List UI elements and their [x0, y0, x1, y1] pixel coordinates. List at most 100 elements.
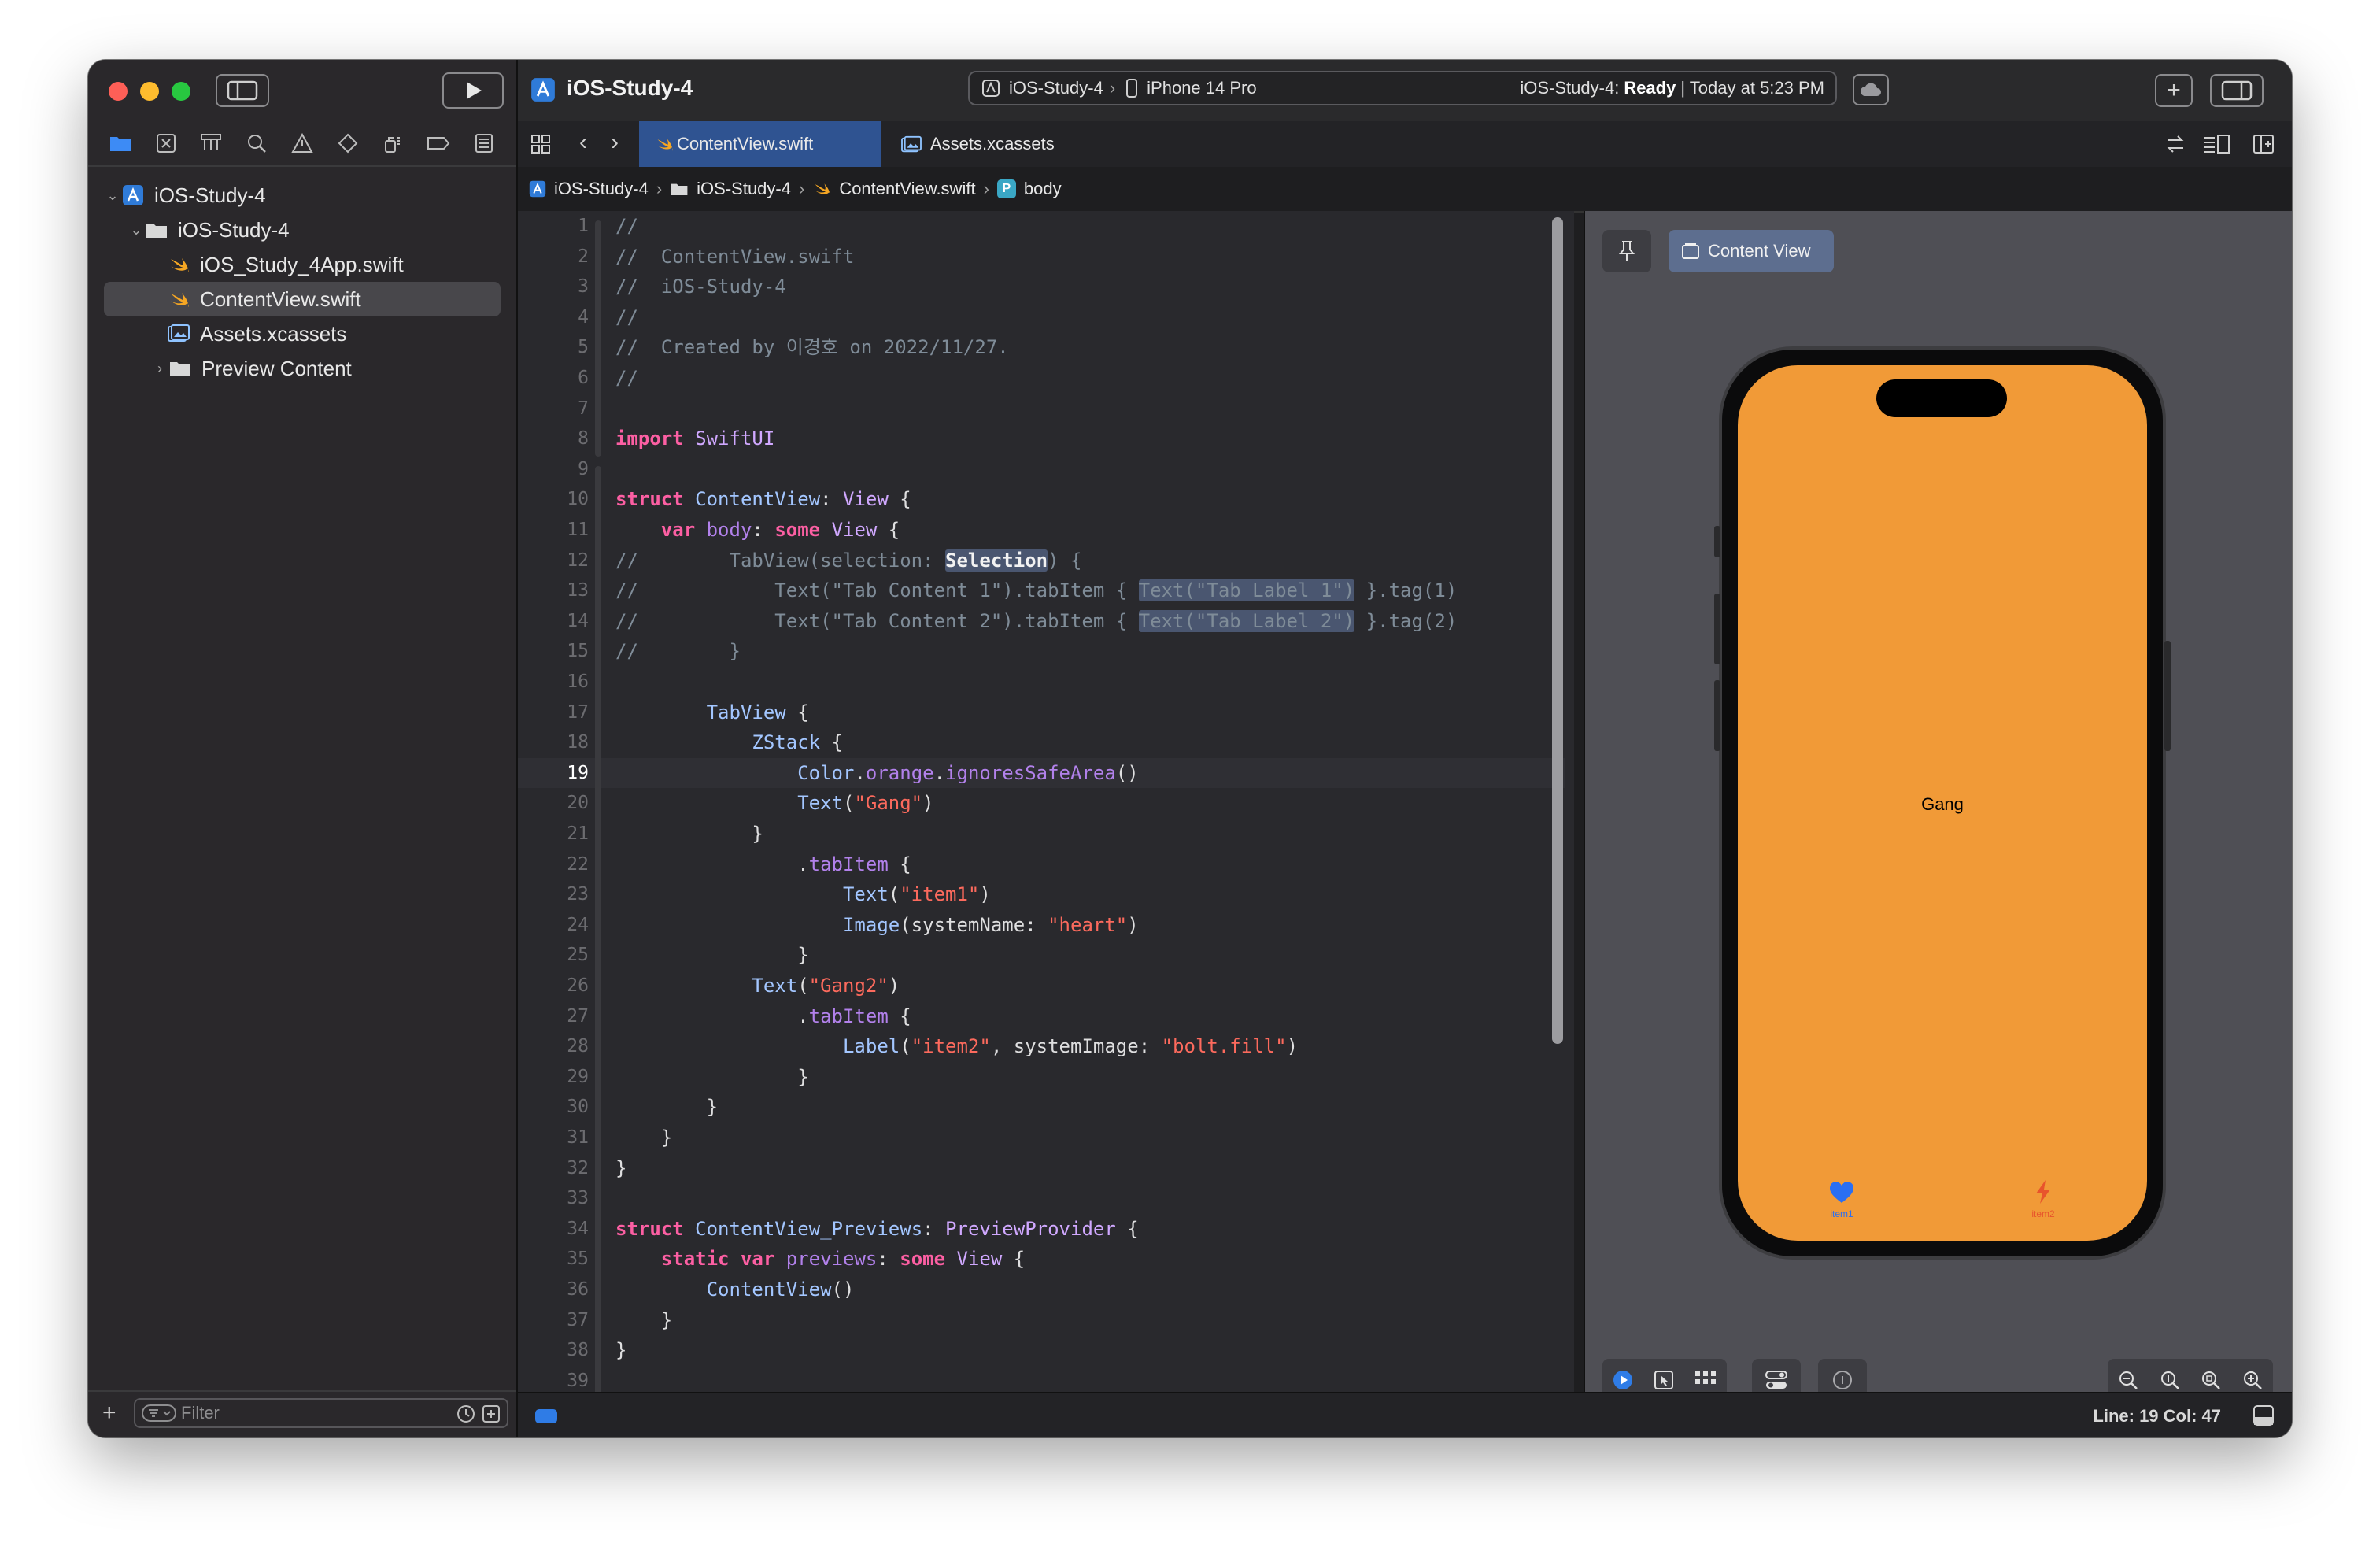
live-preview-icon[interactable]: [1612, 1369, 1634, 1391]
code-folding-ribbon[interactable]: [595, 211, 601, 1392]
debug-navigator-tab[interactable]: [381, 131, 405, 155]
console-toggle-icon[interactable]: [2252, 1404, 2275, 1426]
zoom-out-icon[interactable]: [2118, 1370, 2138, 1390]
code-line[interactable]: }: [615, 1062, 808, 1092]
code-line[interactable]: .tabItem {: [615, 849, 911, 879]
source-control-filter-icon[interactable]: [482, 1404, 501, 1423]
back-icon[interactable]: ‹: [579, 129, 587, 156]
code-line[interactable]: }: [615, 819, 763, 849]
chevron-down-icon[interactable]: ⌄: [104, 187, 121, 204]
recent-files-icon[interactable]: [456, 1404, 475, 1423]
scheme-selector[interactable]: iOS-Study-4: [1009, 78, 1103, 98]
line-number: 36: [567, 1279, 589, 1300]
code-line[interactable]: // TabView(selection: Selection) {: [615, 546, 1081, 575]
editor-options-icon[interactable]: [2202, 134, 2230, 154]
run-button[interactable]: [442, 72, 504, 109]
filter-input[interactable]: Filter: [134, 1398, 508, 1428]
find-navigator-tab[interactable]: [245, 131, 268, 155]
add-library-button[interactable]: +: [2155, 74, 2193, 107]
code-line[interactable]: //: [615, 211, 638, 241]
preview-selector-label: Content View: [1708, 241, 1811, 261]
add-icon[interactable]: +: [102, 1401, 116, 1425]
grid-icon[interactable]: [530, 134, 551, 154]
swap-arrows-icon[interactable]: [2164, 134, 2186, 154]
source-editor[interactable]: 1 2 3 4 5 6 7 8 9 10 11 12 13 14 15 16 17 18 19 20 21 22 23 24 2…: [518, 211, 1574, 1392]
code-line[interactable]: Text("item1"): [615, 879, 991, 909]
tree-item-file-selected[interactable]: ContentView.swift: [104, 282, 501, 316]
forward-icon[interactable]: ›: [611, 129, 619, 156]
tab-item-2[interactable]: item2: [2012, 1179, 2075, 1219]
code-line[interactable]: Image(systemName: "heart"): [615, 910, 1139, 940]
code-line[interactable]: // Created by 이경호 on 2022/11/27.: [615, 332, 1009, 362]
code-line[interactable]: ZStack {: [615, 727, 843, 757]
preview-selector-button[interactable]: Content View: [1669, 230, 1834, 272]
issue-navigator-tab[interactable]: [290, 131, 314, 155]
toggle-inspector-button[interactable]: [2210, 74, 2264, 107]
code-line[interactable]: ContentView(): [615, 1275, 855, 1304]
code-line[interactable]: // Text("Tab Content 1").tabItem { Text(…: [615, 575, 1457, 605]
code-line[interactable]: TabView {: [615, 697, 809, 727]
breadcrumb-item[interactable]: body: [1024, 179, 1062, 199]
source-control-navigator-tab[interactable]: [154, 131, 178, 155]
code-line[interactable]: //: [615, 302, 638, 332]
zoom-in-icon[interactable]: [2242, 1370, 2263, 1390]
code-line[interactable]: Text("Gang2"): [615, 971, 900, 1001]
tree-item-group[interactable]: ⌄ iOS-Study-4: [88, 213, 516, 247]
code-line[interactable]: static var previews: some View {: [615, 1244, 1025, 1274]
code-line[interactable]: var body: some View {: [615, 515, 900, 545]
code-line[interactable]: Color.orange.ignoresSafeArea(): [615, 758, 1139, 788]
zoom-100-icon[interactable]: [2160, 1370, 2180, 1390]
code-line[interactable]: // iOS-Study-4: [615, 272, 786, 302]
tab-item-1[interactable]: item1: [1810, 1181, 1873, 1219]
symbol-navigator-tab[interactable]: [199, 131, 223, 155]
code-line[interactable]: import SwiftUI: [615, 424, 774, 453]
code-line[interactable]: struct ContentView_Previews: PreviewProv…: [615, 1214, 1139, 1244]
minimize-window-button[interactable]: [140, 82, 159, 101]
tree-item-file[interactable]: iOS_Study_4App.swift: [88, 247, 516, 282]
code-line[interactable]: }: [615, 1305, 672, 1335]
zoom-fit-icon[interactable]: [2201, 1370, 2221, 1390]
code-line[interactable]: //: [615, 363, 638, 393]
zoom-window-button[interactable]: [172, 82, 190, 101]
code-line[interactable]: // Text("Tab Content 2").tabItem { Text(…: [615, 606, 1457, 636]
breakpoint-navigator-tab[interactable]: [427, 131, 450, 155]
code-line[interactable]: // }: [615, 636, 741, 666]
tab-assets[interactable]: Assets.xcassets: [881, 121, 1118, 167]
pin-preview-button[interactable]: [1602, 230, 1651, 272]
code-line[interactable]: // ContentView.swift: [615, 242, 854, 272]
breadcrumb-item[interactable]: iOS-Study-4: [554, 179, 649, 199]
tree-item-preview-content[interactable]: › Preview Content: [88, 351, 516, 386]
code-line[interactable]: .tabItem {: [615, 1001, 911, 1031]
code-line[interactable]: }: [615, 1123, 672, 1153]
preview-screen[interactable]: Gang item1 item2: [1738, 365, 2147, 1241]
code-line[interactable]: }: [615, 1153, 626, 1183]
breadcrumb-item[interactable]: ContentView.swift: [839, 179, 975, 199]
library-cloud-button[interactable]: [1853, 74, 1889, 105]
code-line[interactable]: }: [615, 940, 808, 970]
report-navigator-tab[interactable]: [472, 131, 496, 155]
tree-item-assets[interactable]: Assets.xcassets: [88, 316, 516, 351]
code-line[interactable]: }: [615, 1335, 626, 1365]
breadcrumb-item[interactable]: iOS-Study-4: [697, 179, 791, 199]
split-editor-icon[interactable]: [2252, 134, 2275, 154]
code-line[interactable]: Text("Gang"): [615, 788, 933, 818]
filter-options-icon[interactable]: [142, 1404, 176, 1422]
debug-area-toggle-icon[interactable]: [535, 1409, 557, 1423]
editor-scrollbar[interactable]: [1552, 217, 1563, 1044]
tab-contentview[interactable]: ContentView.swift: [639, 121, 881, 167]
activity-viewer[interactable]: iOS-Study-4 › iPhone 14 Pro iOS-Study-4:…: [968, 71, 1837, 105]
code-line[interactable]: struct ContentView: View {: [615, 484, 911, 514]
line-number: 17: [567, 701, 589, 723]
chevron-right-icon[interactable]: ›: [151, 361, 168, 377]
chevron-down-icon[interactable]: ⌄: [128, 222, 145, 239]
project-navigator-tab[interactable]: [109, 131, 132, 155]
tree-item-project[interactable]: ⌄ iOS-Study-4: [88, 178, 516, 213]
variants-grid-icon[interactable]: [1694, 1370, 1717, 1390]
close-window-button[interactable]: [109, 82, 128, 101]
test-navigator-tab[interactable]: [336, 131, 360, 155]
selectable-mode-icon[interactable]: [1654, 1370, 1674, 1390]
device-selector[interactable]: iPhone 14 Pro: [1147, 78, 1256, 98]
code-line[interactable]: }: [615, 1092, 718, 1122]
code-line[interactable]: Label("item2", systemImage: "bolt.fill"): [615, 1031, 1298, 1061]
toggle-navigator-button[interactable]: [216, 74, 269, 107]
